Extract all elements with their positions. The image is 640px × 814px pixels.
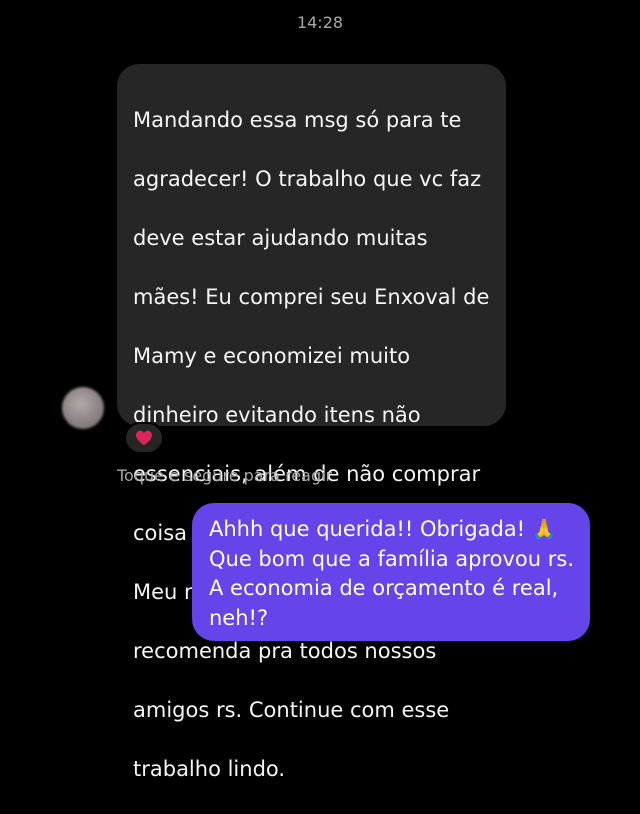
message-timestamp: 14:28 [296,13,344,32]
sender-avatar[interactable] [62,387,104,429]
heart-icon [136,430,152,446]
message-line: mães! Eu comprei seu Enxoval de [133,284,490,309]
message-line: agradecer! O trabalho que vc faz [133,166,482,191]
reaction-hint: Toque e segure para reagir [117,466,333,485]
message-line: deve estar ajudando muitas [133,225,428,250]
message-line: trabalho lindo. [133,756,286,781]
incoming-message-bubble[interactable]: Mandando essa msg só para te agradecer! … [117,64,506,781]
message-text: Ahhh que querida!! Obrigada! [209,517,526,541]
heart-reaction[interactable] [124,422,164,454]
message-line: dinheiro evitando itens não [133,402,421,427]
message-line: Mamy e economizei muito [133,343,411,368]
message-line: Ahhh que querida!! Obrigada! 🙏 [209,515,582,545]
message-line: neh!? [209,605,269,630]
message-line: Mandando essa msg só para te [133,107,462,132]
message-line: amigos rs. Continue com esse [133,697,450,722]
message-line: Que bom que a família aprovou rs. [209,546,575,571]
message-line: A economia de orçamento é real, [209,576,559,600]
outgoing-message-bubble[interactable]: Ahhh que querida!! Obrigada! 🙏 Que bom q… [192,503,590,641]
folded-hands-icon: 🙏 [531,517,557,541]
